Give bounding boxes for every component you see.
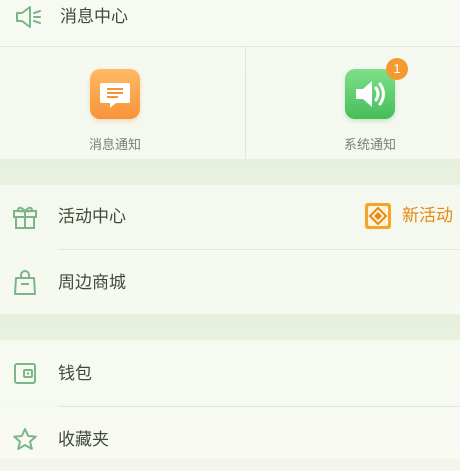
- star-icon: [10, 425, 40, 455]
- merch-mall-label: 周边商城: [58, 273, 126, 293]
- menu-item-favorites[interactable]: 收藏夹: [0, 407, 460, 471]
- message-notification-card[interactable]: 消息通知: [0, 47, 230, 159]
- lantern-icon: [364, 202, 392, 230]
- menu-item-wallet[interactable]: 钱包: [0, 340, 460, 404]
- gift-icon: [10, 202, 40, 232]
- message-center-screen: 消息中心 消息通知 系统通知 1 活动中心 新活动 周边商城 钱包 收藏夹: [0, 0, 460, 471]
- page-title: 消息中心: [60, 7, 128, 27]
- system-notification-card[interactable]: 系统通知: [246, 47, 460, 159]
- shopping-bag-icon: [10, 268, 40, 298]
- message-center-header: 消息中心: [0, 0, 460, 47]
- wallet-icon: [10, 358, 40, 388]
- system-notification-label: 系统通知: [343, 138, 396, 153]
- new-activity-indicator[interactable]: 新活动: [364, 202, 460, 232]
- section-gap: [0, 159, 460, 185]
- message-icon: [90, 69, 140, 119]
- new-activity-label: 新活动: [402, 206, 453, 226]
- activity-center-label: 活动中心: [58, 207, 126, 227]
- unread-count-badge: 1: [386, 58, 408, 80]
- menu-item-merch-mall[interactable]: 周边商城: [0, 250, 460, 314]
- favorites-label: 收藏夹: [58, 430, 109, 450]
- section-gap: [0, 314, 460, 340]
- megaphone-icon: [14, 4, 42, 30]
- speaker-icon: [345, 69, 395, 119]
- message-notification-label: 消息通知: [88, 138, 141, 153]
- wallet-label: 钱包: [58, 364, 92, 384]
